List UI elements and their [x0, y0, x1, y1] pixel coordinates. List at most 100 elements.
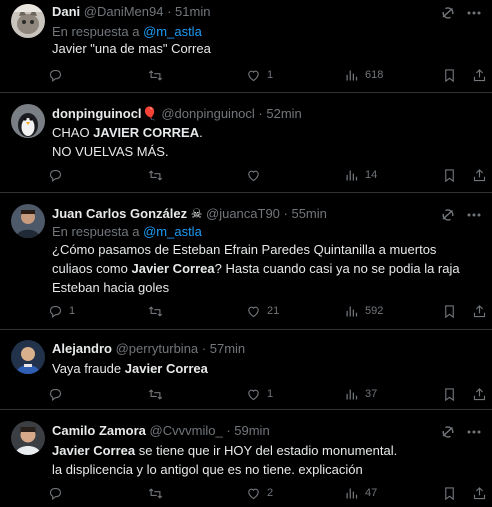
tweet-text: CHAO JAVIER CORREA. NO VUELVAS MÁS. — [52, 123, 472, 161]
action-bar: 1 618 — [48, 65, 492, 85]
like-button[interactable]: 2 — [246, 483, 273, 503]
avatar[interactable] — [11, 104, 45, 138]
bookmark-button[interactable] — [442, 301, 463, 321]
highlighted-keyword: Javier Correa — [124, 361, 208, 376]
share-button[interactable] — [472, 65, 492, 85]
share-icon — [472, 168, 492, 183]
text-segment: se tiene que ir HOY del estadio monument… — [135, 443, 398, 458]
share-icon — [472, 68, 492, 83]
display-name[interactable]: donpinguinocl — [52, 106, 142, 121]
avatar[interactable] — [11, 340, 45, 374]
retweet-icon — [148, 168, 169, 183]
like-button[interactable]: 1 — [246, 65, 273, 85]
views-count: 592 — [365, 305, 384, 317]
grok-icon[interactable] — [440, 5, 456, 21]
action-bar: 1 37 — [48, 384, 492, 404]
reply-button[interactable] — [48, 483, 69, 503]
action-bar: 1 21 592 — [48, 301, 492, 321]
avatar[interactable] — [11, 4, 45, 38]
retweet-button[interactable] — [148, 384, 169, 404]
share-button[interactable] — [472, 483, 492, 503]
tweet-text: ¿Cómo pasamos de Esteban Efrain Paredes … — [52, 240, 472, 297]
grok-icon[interactable] — [440, 424, 456, 440]
text-segment: NO VUELVAS MÁS. — [52, 144, 169, 159]
reply-button[interactable]: 1 — [48, 301, 75, 321]
timestamp[interactable]: · 52min — [258, 106, 301, 121]
reply-icon — [48, 68, 69, 83]
user-handle[interactable]: @juancaT90 — [206, 206, 280, 221]
grok-icon[interactable] — [440, 207, 456, 223]
reply-button[interactable] — [48, 65, 69, 85]
tweet-text: Javier Correa se tiene que ir HOY del es… — [52, 441, 472, 479]
reply-prefix: En respuesta a — [52, 24, 140, 39]
retweet-icon — [148, 68, 169, 83]
tweet-text: Vaya fraude Javier Correa — [52, 359, 472, 378]
bookmark-button[interactable] — [442, 165, 463, 185]
display-name[interactable]: Alejandro — [52, 341, 112, 356]
reply-mention[interactable]: @m_astla — [143, 24, 202, 39]
tweet-header: Camilo Zamora @Cvvvmilo_ · 59min — [52, 423, 432, 438]
views-button[interactable]: 592 — [344, 301, 383, 321]
views-count: 37 — [365, 388, 378, 400]
views-button[interactable]: 37 — [344, 384, 377, 404]
display-name[interactable]: Camilo Zamora — [52, 423, 146, 438]
highlighted-keyword: Javier Correa — [131, 261, 215, 276]
timestamp[interactable]: · 57min — [202, 341, 245, 356]
timestamp[interactable]: · 51min — [167, 4, 210, 19]
views-icon — [344, 168, 365, 183]
reply-icon — [48, 387, 69, 402]
user-handle[interactable]: @Cvvvmilo_ — [150, 423, 223, 438]
bookmark-icon — [442, 68, 463, 83]
bookmark-icon — [442, 486, 463, 501]
text-segment: Vaya fraude — [52, 361, 125, 376]
tweet-1[interactable]: Dani @DaniMen94 · 51min En respuesta a @… — [0, 0, 492, 93]
like-button[interactable]: 21 — [246, 301, 279, 321]
user-handle[interactable]: @perryturbina — [116, 341, 199, 356]
reply-mention[interactable]: @m_astla — [143, 224, 202, 239]
tweet-header: Alejandro @perryturbina · 57min — [52, 341, 432, 356]
views-button[interactable]: 47 — [344, 483, 377, 503]
avatar[interactable] — [11, 204, 45, 238]
retweet-button[interactable] — [148, 301, 169, 321]
retweet-button[interactable] — [148, 65, 169, 85]
text-segment: . — [199, 125, 203, 140]
more-icon[interactable] — [465, 424, 483, 440]
avatar[interactable] — [11, 421, 45, 455]
like-button[interactable]: 1 — [246, 384, 273, 404]
retweet-button[interactable] — [148, 165, 169, 185]
bookmark-icon — [442, 387, 463, 402]
views-icon — [344, 304, 365, 319]
share-icon — [472, 387, 492, 402]
tweet-text: Javier "una de mas" Correa — [52, 39, 472, 58]
tweet-header: Dani @DaniMen94 · 51min — [52, 4, 432, 19]
reply-button[interactable] — [48, 165, 69, 185]
reply-feed: Dani @DaniMen94 · 51min En respuesta a @… — [0, 0, 492, 507]
like-icon — [246, 387, 267, 402]
tweet-2[interactable]: donpinguinocl🎈 @donpinguinocl · 52min CH… — [0, 93, 492, 193]
views-icon — [344, 387, 365, 402]
display-name[interactable]: Juan Carlos González — [52, 206, 187, 221]
display-name[interactable]: Dani — [52, 4, 80, 19]
views-button[interactable]: 618 — [344, 65, 383, 85]
bookmark-button[interactable] — [442, 384, 463, 404]
share-button[interactable] — [472, 165, 492, 185]
reply-button[interactable] — [48, 384, 69, 404]
like-icon — [246, 168, 267, 183]
tweet-5[interactable]: Camilo Zamora @Cvvvmilo_ · 59min Javier … — [0, 410, 492, 507]
bookmark-button[interactable] — [442, 65, 463, 85]
timestamp[interactable]: · 55min — [284, 206, 327, 221]
user-handle[interactable]: @donpinguinocl — [161, 106, 254, 121]
reply-context: En respuesta a @m_astla — [52, 224, 202, 239]
timestamp[interactable]: · 59min — [226, 423, 269, 438]
user-handle[interactable]: @DaniMen94 — [84, 4, 164, 19]
like-button[interactable] — [246, 165, 267, 185]
share-button[interactable] — [472, 301, 492, 321]
tweet-3[interactable]: Juan Carlos González ☠ @juancaT90 · 55mi… — [0, 193, 492, 330]
share-button[interactable] — [472, 384, 492, 404]
retweet-button[interactable] — [148, 483, 169, 503]
views-button[interactable]: 14 — [344, 165, 377, 185]
bookmark-button[interactable] — [442, 483, 463, 503]
more-icon[interactable] — [465, 207, 483, 223]
tweet-4[interactable]: Alejandro @perryturbina · 57min Vaya fra… — [0, 330, 492, 410]
more-icon[interactable] — [465, 5, 483, 21]
